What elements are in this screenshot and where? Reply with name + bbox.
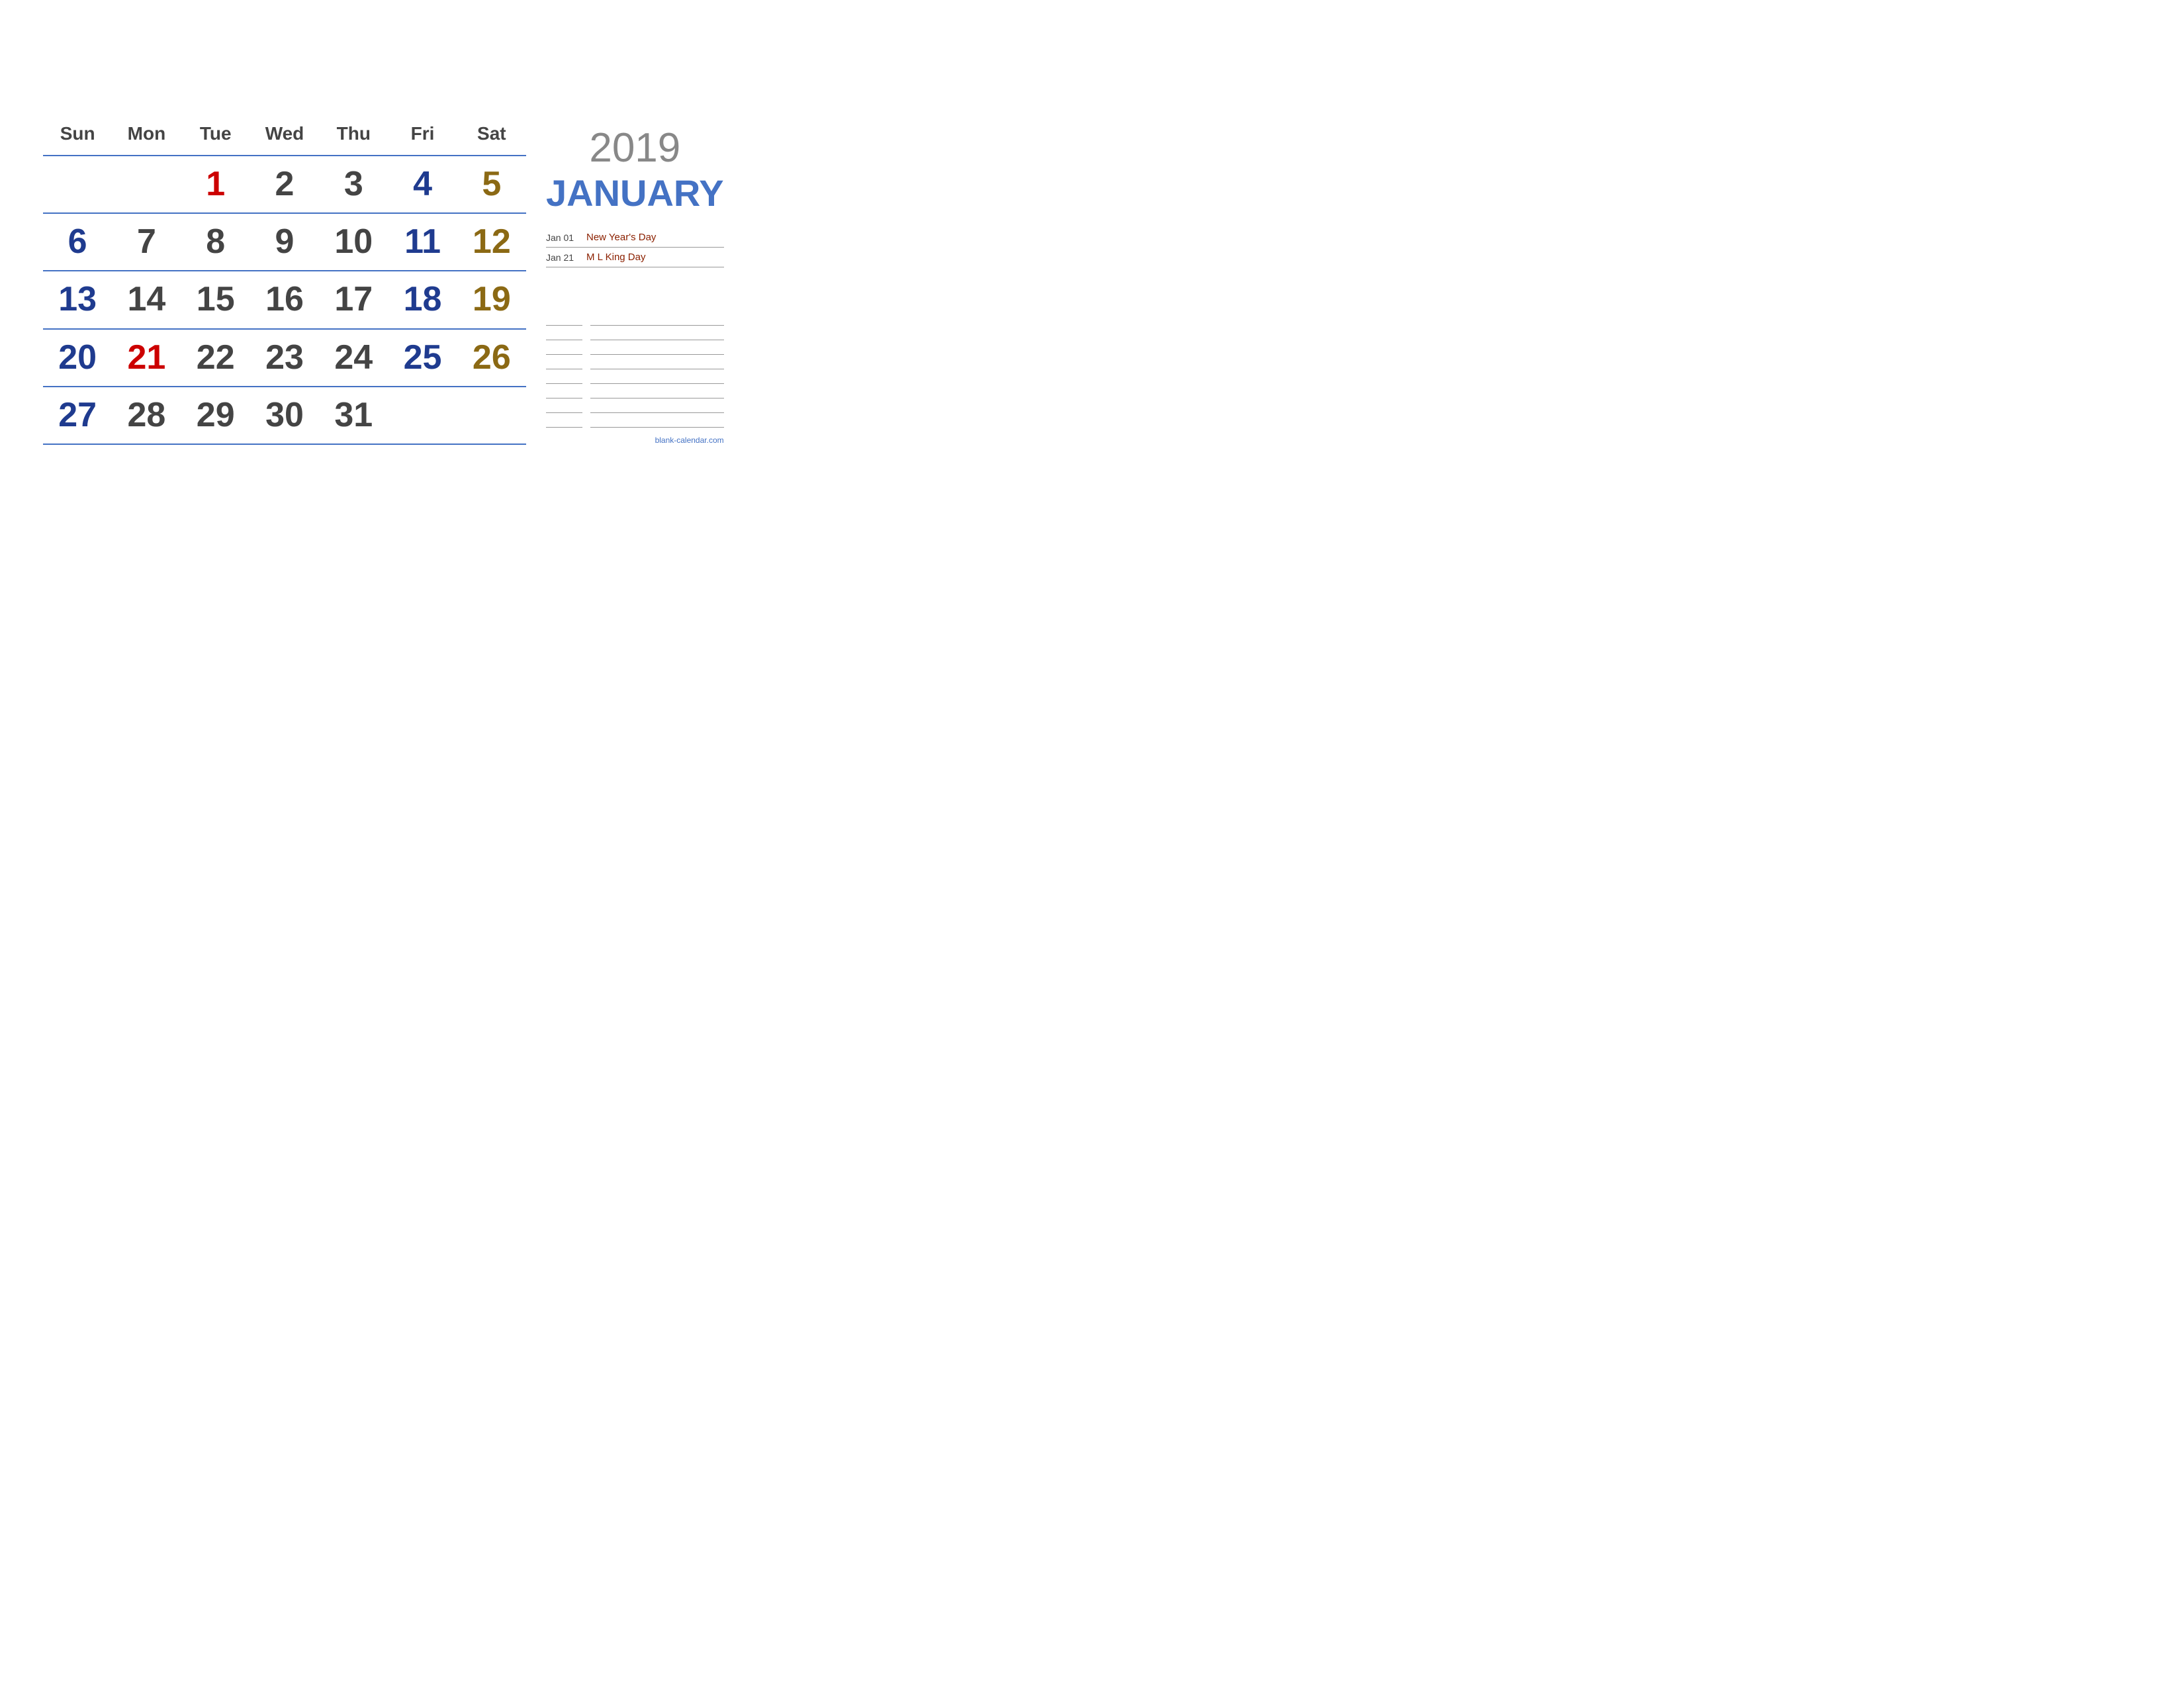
holiday-entry-0: Jan 01 New Year's Day [546,228,724,248]
day-cell-week0-day5: 4 [388,162,457,207]
note-row-3 [546,357,724,372]
note-row-4 [546,372,724,387]
day-cell-week0-day0 [43,162,112,207]
day-cell-week2-day3: 16 [250,277,319,322]
note-row-2 [546,343,724,357]
notes-lines [546,314,724,430]
year-title: 2019 [546,124,724,171]
note-text-line-1 [590,328,724,340]
day-cell-week2-day1: 14 [112,277,181,322]
day-cell-week1-day4: 10 [319,219,388,265]
note-date-line-5 [546,387,582,399]
day-cell-week2-day6: 19 [457,277,526,322]
day-cell-week3-day0: 20 [43,335,112,381]
day-headers: Sun Mon Tue Wed Thu Fri Sat [43,118,526,150]
week-row-3: 20212223242526 [43,330,526,387]
header-thu: Thu [319,118,388,150]
week-row-2: 13141516171819 [43,271,526,329]
day-cell-week3-day2: 22 [181,335,250,381]
day-cell-week3-day3: 23 [250,335,319,381]
note-date-line-1 [546,328,582,340]
day-cell-week4-day2: 29 [181,393,250,438]
week-row-4: 2728293031 [43,387,526,445]
day-cell-week2-day0: 13 [43,277,112,322]
day-cell-week3-day5: 25 [388,335,457,381]
header-tue: Tue [181,118,250,150]
footer-url: blank-calendar.com [655,436,724,445]
day-cell-week1-day5: 11 [388,219,457,265]
day-cell-week0-day4: 3 [319,162,388,207]
header-fri: Fri [388,118,457,150]
header-wed: Wed [250,118,319,150]
day-cell-week4-day6 [457,393,526,438]
day-cell-week1-day0: 6 [43,219,112,265]
day-cell-week0-day1 [112,162,181,207]
day-cell-week4-day0: 27 [43,393,112,438]
note-date-line-4 [546,372,582,384]
week-row-0: 12345 [43,156,526,214]
day-cell-week0-day6: 5 [457,162,526,207]
note-row-6 [546,401,724,416]
day-cell-week4-day5 [388,393,457,438]
holidays-section: Jan 01 New Year's Day Jan 21 M L King Day [546,228,724,307]
note-text-line-2 [590,343,724,355]
day-cell-week0-day3: 2 [250,162,319,207]
header-sun: Sun [43,118,112,150]
header-sat: Sat [457,118,526,150]
calendar-container: Sun Mon Tue Wed Thu Fri Sat 123456789101… [17,98,711,465]
calendar-grid: Sun Mon Tue Wed Thu Fri Sat 123456789101… [43,118,526,445]
day-cell-week4-day4: 31 [319,393,388,438]
note-text-line-0 [590,314,724,326]
holiday-entry-1: Jan 21 M L King Day [546,248,724,267]
day-cell-week2-day2: 15 [181,277,250,322]
header-mon: Mon [112,118,181,150]
note-text-line-5 [590,387,724,399]
month-title: JANUARY [546,171,724,214]
info-panel: 2019 JANUARY Jan 01 New Year's Day Jan 21 M… [546,118,724,445]
note-date-line-6 [546,401,582,413]
day-cell-week3-day6: 26 [457,335,526,381]
holiday-date-1: Jan 21 [546,252,576,263]
day-cell-week1-day6: 12 [457,219,526,265]
calendar-main: Sun Mon Tue Wed Thu Fri Sat 123456789101… [43,118,685,445]
note-date-line-3 [546,357,582,369]
holiday-name-0: New Year's Day [586,232,656,243]
day-cell-week2-day4: 17 [319,277,388,322]
holiday-name-1: M L King Day [586,252,645,263]
day-cell-week4-day1: 28 [112,393,181,438]
day-cell-week2-day5: 18 [388,277,457,322]
note-row-5 [546,387,724,401]
note-text-line-3 [590,357,724,369]
day-cell-week3-day4: 24 [319,335,388,381]
note-date-line-0 [546,314,582,326]
note-text-line-6 [590,401,724,413]
day-cell-week1-day2: 8 [181,219,250,265]
note-row-0 [546,314,724,328]
note-text-line-4 [590,372,724,384]
footer: blank-calendar.com [546,436,724,445]
note-date-line-7 [546,416,582,428]
day-cell-week3-day1: 21 [112,335,181,381]
note-row-7 [546,416,724,430]
day-cell-week1-day1: 7 [112,219,181,265]
note-date-line-2 [546,343,582,355]
all-weeks: 1234567891011121314151617181920212223242… [43,155,526,445]
day-cell-week0-day2: 1 [181,162,250,207]
day-cell-week1-day3: 9 [250,219,319,265]
note-row-1 [546,328,724,343]
holiday-date-0: Jan 01 [546,232,576,243]
week-row-1: 6789101112 [43,214,526,271]
note-text-line-7 [590,416,724,428]
day-cell-week4-day3: 30 [250,393,319,438]
